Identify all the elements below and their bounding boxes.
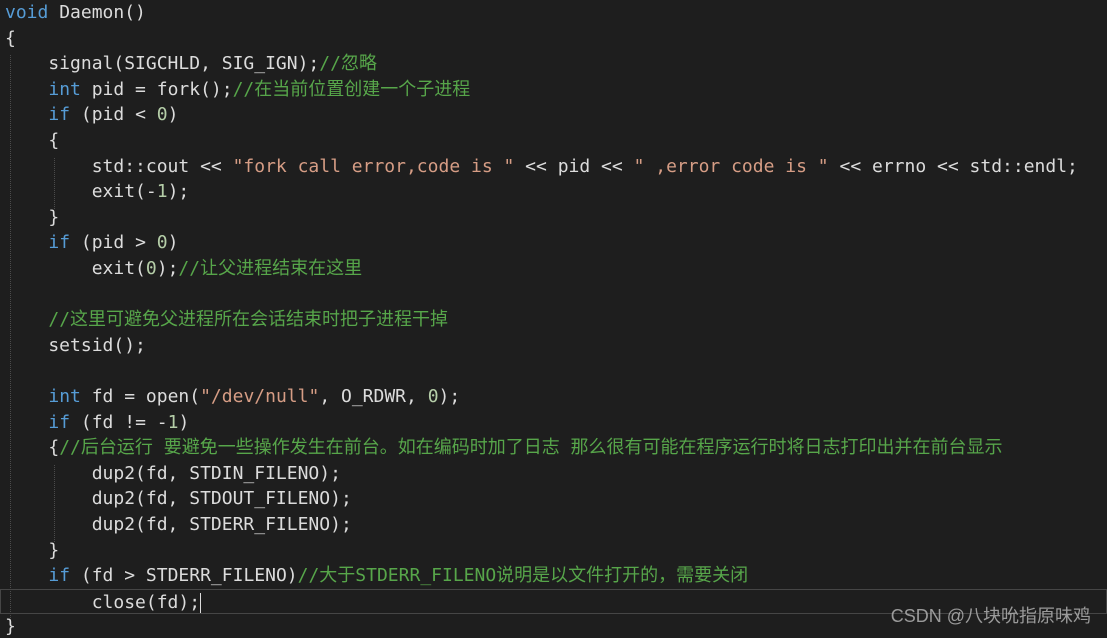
code-token: exit(- bbox=[5, 181, 157, 203]
code-line[interactable]: { bbox=[5, 26, 16, 52]
code-line[interactable]: } bbox=[5, 614, 16, 638]
code-token: (pid > bbox=[70, 232, 157, 254]
code-token: setsid(); bbox=[5, 334, 146, 356]
code-token: dup2(fd, STDIN_FILENO); bbox=[5, 462, 341, 484]
code-token: //大于STDERR_FILENO说明是以文件打开的，需要关闭 bbox=[297, 565, 749, 587]
code-token: //这里可避免父进程所在会话结束时把子进程干掉 bbox=[48, 309, 449, 331]
code-token: //让父进程结束在这里 bbox=[178, 258, 363, 279]
code-line[interactable]: exit(-1); bbox=[5, 179, 190, 205]
code-token: << pid << bbox=[514, 155, 634, 177]
code-token: } bbox=[5, 539, 60, 561]
code-token: (fd > STDERR_FILENO) bbox=[70, 565, 298, 587]
code-line[interactable]: //这里可避免父进程所在会话结束时把子进程干掉 bbox=[5, 307, 448, 333]
code-line[interactable]: dup2(fd, STDIN_FILENO); bbox=[5, 461, 341, 487]
code-line[interactable]: int pid = fork();//在当前位置创建一个子进程 bbox=[5, 77, 470, 103]
code-line[interactable]: if (fd != -1) bbox=[5, 410, 189, 436]
code-token: { bbox=[5, 130, 60, 151]
code-token: //后台运行 要避免一些操作发生在前台。如在编码时加了日志 那么很有可能在程序运… bbox=[59, 437, 1003, 459]
code-token: Daemon() bbox=[48, 2, 146, 23]
code-token: 0 bbox=[427, 386, 439, 407]
code-token: ); bbox=[156, 258, 179, 279]
code-token: " ,error code is " bbox=[633, 155, 829, 177]
code-line[interactable]: std::cout << "fork call error,code is " … bbox=[5, 154, 1078, 180]
code-line[interactable]: if (pid > 0) bbox=[5, 230, 178, 256]
code-token: signal(SIGCHLD, SIG_IGN); bbox=[5, 53, 320, 75]
code-token: std::cout << bbox=[5, 155, 233, 177]
code-editor[interactable]: void Daemon(){ signal(SIGCHLD, SIG_IGN);… bbox=[0, 0, 1107, 638]
code-token: { bbox=[5, 27, 16, 49]
code-token: 0 bbox=[156, 232, 168, 254]
code-token: if bbox=[48, 104, 71, 126]
code-line[interactable]: {//后台运行 要避免一些操作发生在前台。如在编码时加了日志 那么很有可能在程序… bbox=[5, 435, 1003, 461]
code-token: ); bbox=[438, 386, 461, 407]
code-token: ); bbox=[167, 181, 190, 203]
code-token: dup2(fd, STDOUT_FILENO); bbox=[5, 488, 352, 510]
code-token: (fd != - bbox=[70, 411, 168, 433]
code-line[interactable]: dup2(fd, STDOUT_FILENO); bbox=[5, 486, 352, 512]
code-line[interactable]: void Daemon() bbox=[5, 0, 146, 26]
code-token: int bbox=[48, 78, 81, 100]
code-line[interactable]: exit(0);//让父进程结束在这里 bbox=[5, 256, 362, 282]
code-token: //在当前位置创建一个子进程 bbox=[232, 78, 471, 100]
code-token: 0 bbox=[145, 258, 157, 279]
code-token: if bbox=[48, 411, 71, 433]
code-token: ) bbox=[167, 232, 179, 254]
code-token: close(fd); bbox=[5, 591, 201, 613]
code-token: } bbox=[5, 206, 60, 228]
code-token: << errno << std::endl; bbox=[828, 155, 1078, 177]
code-token: ) bbox=[167, 104, 179, 126]
code-token: exit( bbox=[5, 258, 146, 279]
code-line[interactable]: { bbox=[5, 128, 59, 154]
code-token: 1 bbox=[156, 181, 168, 203]
code-token: //忽略 bbox=[319, 53, 377, 75]
code-token: if bbox=[48, 232, 71, 254]
code-token: "/dev/null" bbox=[200, 386, 320, 407]
code-token: } bbox=[5, 616, 16, 638]
code-line[interactable]: dup2(fd, STDERR_FILENO); bbox=[5, 512, 352, 538]
code-line[interactable]: int fd = open("/dev/null", O_RDWR, 0); bbox=[5, 384, 460, 410]
code-token: "fork call error,code is " bbox=[232, 155, 515, 177]
code-token: dup2(fd, STDERR_FILENO); bbox=[5, 514, 352, 535]
code-token: fd = open( bbox=[80, 386, 201, 407]
code-line[interactable]: setsid(); bbox=[5, 333, 146, 359]
code-line[interactable]: if (fd > STDERR_FILENO)//大于STDERR_FILENO… bbox=[5, 563, 748, 589]
code-token: 0 bbox=[156, 104, 168, 126]
code-token: if bbox=[48, 565, 71, 587]
code-line[interactable]: signal(SIGCHLD, SIG_IGN);//忽略 bbox=[5, 51, 377, 77]
code-token: , O_RDWR, bbox=[319, 386, 428, 407]
code-line[interactable]: if (pid < 0) bbox=[5, 102, 178, 128]
code-token: 1 bbox=[167, 411, 179, 433]
code-token: (pid < bbox=[70, 104, 157, 126]
code-token: pid = fork(); bbox=[80, 78, 233, 100]
code-line[interactable]: } bbox=[5, 538, 59, 564]
code-token: int bbox=[48, 386, 81, 407]
code-token: { bbox=[5, 437, 60, 459]
code-token: ) bbox=[178, 411, 190, 433]
watermark: CSDN @八块吮指原味鸡 bbox=[890, 606, 1091, 626]
code-line[interactable]: } bbox=[5, 205, 59, 231]
text-caret bbox=[200, 592, 202, 613]
code-token: void bbox=[5, 2, 49, 23]
